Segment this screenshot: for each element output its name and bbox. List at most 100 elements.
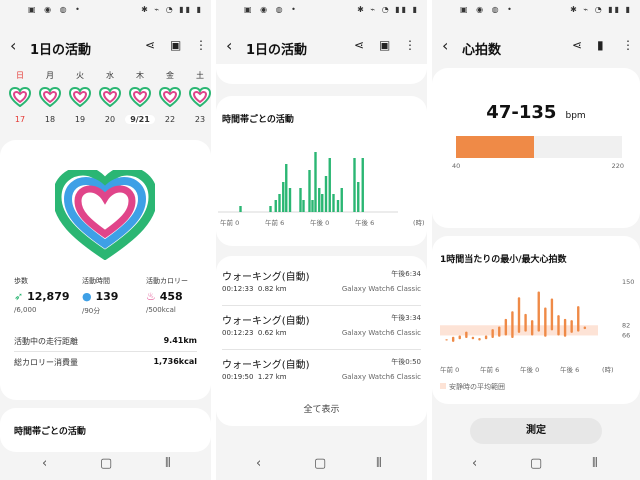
heart-rate-range: 47-135 bpm [486, 102, 586, 123]
heart-rate-range-card: 47-135 bpm 40 220 [432, 68, 640, 228]
week-selector: 日 17 月 18 火 19 水 20 木 9/21 金 22 土 23 [0, 70, 211, 132]
more-options-icon[interactable]: ⋮ [622, 38, 634, 52]
x-tick-label: 午前 0 [440, 365, 459, 374]
x-tick-label: 午前 6 [480, 365, 499, 374]
activity-bar [299, 188, 302, 212]
hourly-activity-screen: ▣ ◉ ◍ • ✱ ⌁ ◔ ▮▮ ▮ ‹ 1日の活動 ⋖ ▣ ⋮ 時間帯ごとの活… [216, 0, 427, 480]
recents-nav-icon[interactable]: ⦀ [376, 456, 382, 471]
day-4[interactable]: 木 9/21 [125, 70, 155, 124]
heart-rate-bar [570, 320, 573, 333]
total-calories-row: 総カロリー消費量 1,736kcal [14, 357, 197, 367]
day-1[interactable]: 月 18 [37, 70, 63, 124]
heart-rate-range-fill [456, 136, 535, 158]
heart-rate-bar [517, 297, 521, 333]
day-3[interactable]: 水 20 [97, 70, 123, 124]
workout-name: ウォーキング(自動) [222, 272, 310, 283]
activity-bar [336, 200, 340, 212]
day-name: 水 [106, 71, 114, 80]
day-6[interactable]: 土 23 [187, 70, 211, 124]
day-0[interactable]: 日 17 [7, 70, 33, 124]
app-bar: ‹ 心拍数 ⋖ ▮ ⋮ [432, 32, 640, 62]
system-nav-bar: ‹ ▢ ⦀ [0, 450, 211, 480]
recents-nav-icon[interactable]: ⦀ [592, 456, 598, 471]
day-date: 9/21 [125, 115, 155, 124]
home-nav-icon[interactable]: ▢ [530, 456, 542, 471]
day-name: 木 [136, 71, 144, 80]
bar-chart-icon[interactable]: ▮ [597, 38, 604, 52]
back-arrow-icon[interactable]: ‹ [10, 36, 16, 55]
day-2[interactable]: 火 19 [67, 70, 93, 124]
day-date: 23 [194, 115, 206, 124]
activity-bar [302, 200, 305, 212]
heart-rate-bar [583, 326, 587, 330]
heart-rate-bar [563, 318, 567, 337]
more-options-icon[interactable]: ⋮ [195, 38, 207, 52]
day-heart-icon [68, 86, 92, 108]
app-bar: ‹ 1日の活動 ⋖ ▣ ⋮ [0, 32, 211, 62]
back-arrow-icon[interactable]: ‹ [442, 36, 448, 55]
workout-item[interactable]: ウォーキング(自動) 午後3:34 00:12:23 0.62 km Galaxy W… [222, 310, 421, 354]
activity-bar [314, 152, 317, 212]
show-all-button[interactable]: 全て表示 [216, 402, 427, 415]
day-date: 20 [104, 115, 116, 124]
workout-item[interactable]: ウォーキング(自動) 午後0:50 00:19:50 1.27 km Galaxy W… [222, 354, 421, 398]
active-time-stat[interactable]: 活動時間 ● 139 /90分 [82, 276, 118, 316]
hourly-heart-rate-chart: 150 82 66 午前 0 午前 6 午後 0 午後 6 (時) [440, 278, 634, 374]
activity-bar [269, 206, 272, 212]
heart-rate-bar [550, 298, 554, 331]
heart-rate-bar [484, 335, 488, 340]
heart-rate-bar [504, 318, 508, 336]
calendar-icon[interactable]: ▣ [170, 38, 181, 52]
divider [222, 305, 421, 306]
page-title: 1日の活動 [246, 43, 308, 58]
divider [14, 351, 197, 352]
share-icon[interactable]: ⋖ [354, 38, 364, 52]
activity-bar [353, 158, 356, 212]
activity-bar [318, 188, 321, 212]
activity-card: 歩数 ➶ 12,879 /6,000 活動時間 ● 139 /90分 活動カロリ… [0, 140, 211, 400]
day-date: 17 [14, 115, 26, 124]
hourly-activity-chart: 午前 0 午前 6 午後 0 午後 6 (時) [218, 152, 425, 227]
distance-row: 活動中の走行距離 9.41km [14, 336, 197, 346]
x-tick-label: 午前 0 [220, 218, 239, 227]
workout-time: 午後6:34 [391, 270, 421, 278]
day-heart-icon [128, 86, 152, 108]
recents-nav-icon[interactable]: ⦀ [165, 456, 171, 471]
heart-rate-bar [537, 291, 540, 332]
workout-stats: 00:12:23 0.62 km [222, 329, 287, 337]
more-options-icon[interactable]: ⋮ [404, 38, 416, 52]
workout-stats: 00:12:33 0.82 km [222, 285, 287, 293]
steps-stat[interactable]: 歩数 ➶ 12,879 /6,000 [14, 276, 70, 314]
day-name: 火 [76, 71, 84, 80]
share-icon[interactable]: ⋖ [572, 38, 582, 52]
home-nav-icon[interactable]: ▢ [100, 456, 112, 471]
day-name: 日 [16, 71, 24, 80]
activity-bar [239, 206, 242, 212]
measure-button[interactable]: 測定 [470, 418, 602, 444]
hourly-activity-card[interactable]: 時間帯ごとの活動 [0, 408, 211, 452]
page-title: 1日の活動 [30, 43, 92, 58]
calendar-icon[interactable]: ▣ [379, 38, 390, 52]
calories-stat[interactable]: 活動カロリー ♨ 458 /500kcal [146, 276, 188, 314]
share-icon[interactable]: ⋖ [145, 38, 155, 52]
x-tick-label: 午後 0 [310, 218, 329, 227]
steps-icon: ➶ [14, 290, 24, 303]
heart-rate-bar [530, 320, 534, 336]
activity-bar [285, 164, 288, 212]
flame-icon: ♨ [146, 290, 156, 303]
back-nav-icon[interactable]: ‹ [42, 456, 47, 471]
workout-item[interactable]: ウォーキング(自動) 午後6:34 00:12:33 0.82 km Galaxy W… [222, 266, 421, 310]
hourly-chart-card: 時間帯ごとの活動 午前 0 午前 6 午後 0 午後 6 (時) [216, 96, 427, 246]
back-nav-icon[interactable]: ‹ [256, 456, 261, 471]
back-arrow-icon[interactable]: ‹ [226, 36, 232, 55]
workout-name: ウォーキング(自動) [222, 360, 310, 371]
home-nav-icon[interactable]: ▢ [314, 456, 326, 471]
activity-summary-screen: ▣ ◉ ◍ • ✱ ⌁ ◔ ▮▮ ▮ ‹ 1日の活動 ⋖ ▣ ⋮ 日 17 月 18 火… [0, 0, 211, 480]
heart-rate-bar [577, 306, 580, 332]
day-name: 金 [166, 71, 174, 80]
heart-rate-bar [524, 313, 527, 332]
back-nav-icon[interactable]: ‹ [472, 456, 477, 471]
hourly-heart-rate-card: 1時間当たりの最小/最大心拍数 150 82 66 午前 0 午前 6 午後 0 午後 6(… [432, 236, 640, 404]
workout-stats: 00:19:50 1.27 km [222, 373, 287, 381]
day-5[interactable]: 金 22 [157, 70, 183, 124]
